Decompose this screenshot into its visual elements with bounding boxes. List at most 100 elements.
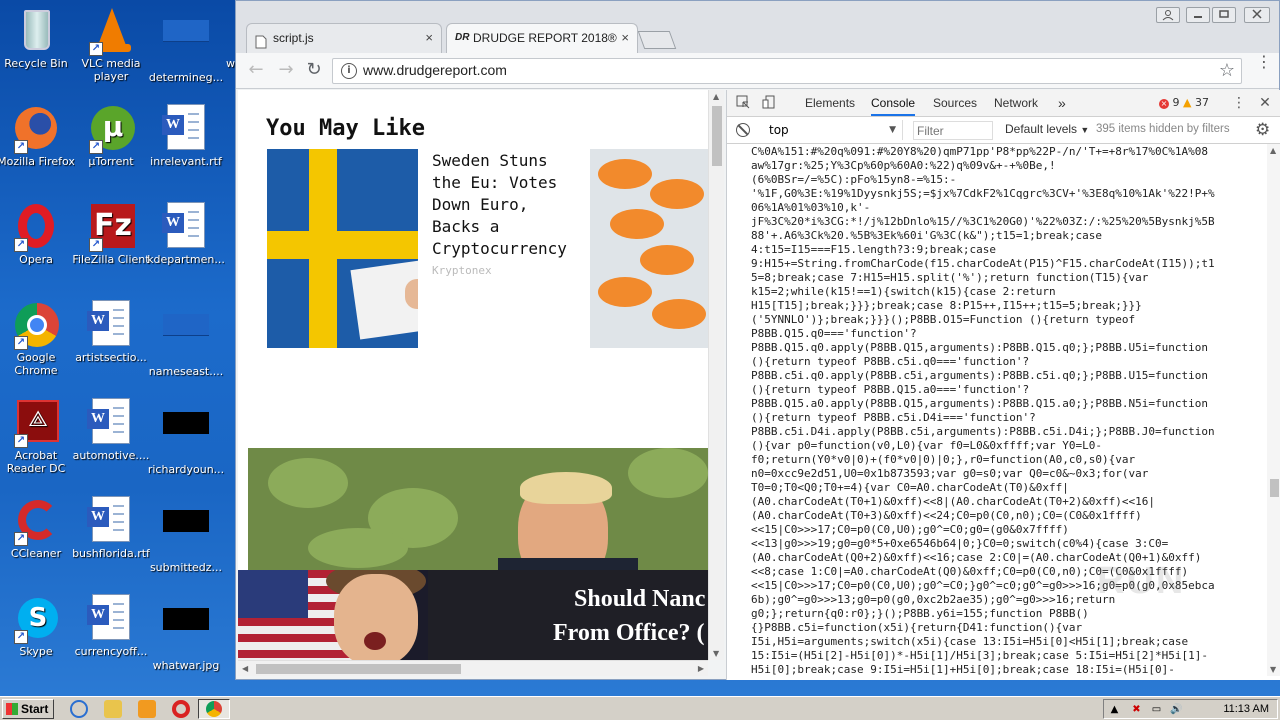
clear-console-icon[interactable] (736, 123, 750, 137)
desktop-icon-nameseast[interactable]: nameseast.... (147, 300, 225, 393)
devtools-close-icon[interactable]: ✕ (1257, 95, 1273, 111)
start-button[interactable]: Start (2, 699, 54, 719)
tab-drudge-report[interactable]: DR DRUDGE REPORT 2018® × (446, 23, 638, 53)
scroll-up-icon[interactable]: ▲ (1270, 146, 1276, 155)
device-toolbar-icon[interactable] (761, 95, 777, 111)
file-thumbnail-icon (216, 6, 236, 54)
context-selector[interactable]: top ▼ (763, 120, 903, 140)
console-settings-gear-icon[interactable]: ⚙ (1255, 120, 1270, 140)
console-scrollbar[interactable]: ▲ ▼ (1267, 144, 1280, 676)
reload-button[interactable]: ↻ (302, 59, 326, 83)
devtools-tab-elements[interactable]: Elements (805, 90, 855, 116)
desktop-icon-firefox[interactable]: ↗ Mozilla Firefox (0, 104, 75, 183)
scroll-down-icon[interactable]: ▼ (713, 649, 719, 658)
desktop-icon-utorrent[interactable]: µ ↗ µTorrent (72, 104, 150, 183)
console-line: H5i[0];break;case 9:I5i=H5i[1]+H5i[0];br… (751, 663, 1175, 676)
desktop-icon-opera[interactable]: ↗ Opera (0, 202, 75, 281)
console-line: <<13|g0>>>19;g0=g0*5+0xe6546b64|0;}C0=0;… (751, 537, 1169, 550)
scroll-up-icon[interactable]: ▲ (713, 92, 719, 101)
media-player-icon[interactable] (138, 700, 156, 718)
desktop-icon-richardyoun[interactable]: richardyoun... (147, 398, 225, 491)
desktop-icon-automotive[interactable]: W automotive.... (72, 398, 150, 477)
network-error-icon[interactable]: ✖ (1130, 703, 1143, 716)
desktop-icon-submittedz[interactable]: submittedz... (147, 496, 225, 589)
console-output[interactable]: C%0A%151:#%20q%091:#%20Y8%20)qmP71pp'P8*… (727, 144, 1267, 676)
console-line: 6b);g0^=g0>>>13;g0=p0(g0,0xc2b2ae35);g0^… (751, 593, 1116, 606)
forward-button[interactable]: → (274, 59, 298, 83)
desktop-icon-determineg[interactable]: determineg... (147, 6, 225, 99)
desktop-icon-skype[interactable]: S ↗ Skype (0, 594, 75, 673)
bookmark-star-icon[interactable]: ☆ (1219, 60, 1235, 81)
console-line: (){return typeof P8BB.c5i.q0==='function… (751, 355, 1030, 368)
console-line: (6%0BSr=/=%5C):pFo%15yn8-=%15:- (751, 173, 957, 186)
scroll-thumb[interactable] (1270, 479, 1279, 497)
folder-icon[interactable] (104, 700, 122, 718)
inspect-element-icon[interactable] (735, 95, 751, 111)
scroll-thumb[interactable] (256, 664, 461, 674)
watermark-text: RUN (1097, 560, 1186, 602)
desktop-icon-vlc[interactable]: ↗ VLC media player (72, 6, 150, 85)
desktop-icon-inrelevant[interactable]: W inrelevant.rtf (147, 104, 225, 183)
back-button[interactable]: ← (244, 59, 268, 83)
minimize-button[interactable] (1186, 7, 1210, 23)
page-horizontal-scrollbar[interactable]: ◀ ▶ (238, 660, 708, 676)
sweden-flag-ballot-image[interactable] (267, 149, 418, 348)
desktop-icon-whatwar[interactable]: whatwar.jpg (147, 594, 225, 687)
internet-explorer-icon[interactable] (70, 700, 88, 718)
page-vertical-scrollbar[interactable]: ▲ ▼ (708, 90, 724, 660)
pelosi-ad-image[interactable]: Should Nanc From Office? ( (238, 570, 708, 660)
console-line: f0;return(Y0*v0|0)+(f0*v0|0)|0;},r0=func… (751, 453, 1136, 466)
desktop-icon-currencyoff[interactable]: W currencyoff... (72, 594, 150, 673)
desktop-icon-recycle-bin[interactable]: Recycle Bin (0, 6, 75, 85)
devtools-tab-network[interactable]: Network (994, 90, 1038, 116)
close-window-button[interactable] (1244, 7, 1270, 23)
error-count-badge[interactable]: × 9 ▲ 37 (1159, 96, 1209, 109)
tab-close-icon[interactable]: × (425, 24, 433, 52)
devtools-tab-console[interactable]: Console (871, 90, 916, 116)
scroll-right-icon[interactable]: ▶ (698, 664, 704, 673)
url-text[interactable]: www.drudgereport.com (363, 62, 507, 78)
desktop-icon-chrome[interactable]: ↗ Google Chrome (0, 300, 75, 379)
scroll-left-icon[interactable]: ◀ (242, 664, 248, 673)
web-page-viewport: You May Like Sweden Stuns the Eu: Votes … (238, 90, 708, 660)
console-line: I5i,H5i=arguments;switch(x5i){case 13:I5… (751, 635, 1189, 648)
opera-taskbar-icon[interactable] (172, 700, 190, 718)
browser-menu-icon[interactable]: ⋮ (1256, 54, 1272, 83)
action-center-icon[interactable]: ▭ (1150, 703, 1163, 716)
devtools-menu-icon[interactable]: ⋮ (1231, 95, 1247, 111)
site-info-icon[interactable]: i (341, 63, 357, 79)
desktop-icon-partial[interactable]: w (216, 6, 236, 85)
chrome-taskbar-button[interactable] (198, 699, 230, 719)
story-headline[interactable]: Sweden Stuns the Eu: Votes Down Euro, Ba… (432, 150, 582, 260)
devtools-tab-sources[interactable]: Sources (933, 90, 977, 116)
desktop-icon-filezilla[interactable]: Fz ↗ FileZilla Client (72, 202, 150, 281)
scroll-thumb[interactable] (712, 106, 722, 166)
tab-close-icon[interactable]: × (621, 24, 629, 52)
console-filter-input[interactable] (913, 121, 993, 140)
devtools-panel: Elements Console Sources Network » × 9 ▲… (726, 90, 1280, 680)
desktop-icon-acrobat[interactable]: ⟁ ↗ Acrobat Reader DC (0, 398, 75, 477)
console-line: (A0.charCodeAt(Q0+2)&0xff)<<16;case 2:C0… (751, 551, 1202, 564)
orange-pills-image[interactable] (590, 149, 708, 348)
hidden-items-text: 395 items hidden by filters (1096, 123, 1230, 135)
tray-expand-icon[interactable]: ▲ (1108, 703, 1121, 716)
new-tab-button[interactable] (637, 31, 677, 49)
log-levels-dropdown[interactable]: Default levels ▼ (1005, 122, 1089, 136)
ccleaner-icon: ↗ (12, 496, 60, 546)
clock[interactable]: 11:13 AM (1223, 700, 1269, 718)
tab-script-js[interactable]: script.js × (246, 23, 442, 53)
desktop-icon-artistsectio[interactable]: W artistsectio... (72, 300, 150, 379)
desktop-icon-bushflorida[interactable]: W bushflorida.rtf (72, 496, 150, 575)
desktop-icon-kdepartmen[interactable]: W kdepartmen... (147, 202, 225, 281)
restore-button[interactable] (1212, 7, 1236, 23)
profile-button[interactable] (1156, 7, 1180, 23)
devtools-more-tabs[interactable]: » (1058, 90, 1066, 116)
trump-photo-image[interactable] (248, 448, 708, 578)
console-line: aw%17gr:%25;Y%3Cp%60p%60A0:%22)q%09v&+-+… (751, 159, 1056, 172)
scroll-down-icon[interactable]: ▼ (1270, 665, 1276, 674)
desktop-icon-ccleaner[interactable]: ↗ CCleaner (0, 496, 75, 575)
volume-icon[interactable]: 🔊 (1170, 703, 1183, 716)
shortcut-arrow-icon: ↗ (14, 532, 28, 546)
address-bar[interactable]: i www.drudgereport.com ☆ (332, 58, 1242, 84)
word-document-icon: W (87, 300, 135, 348)
